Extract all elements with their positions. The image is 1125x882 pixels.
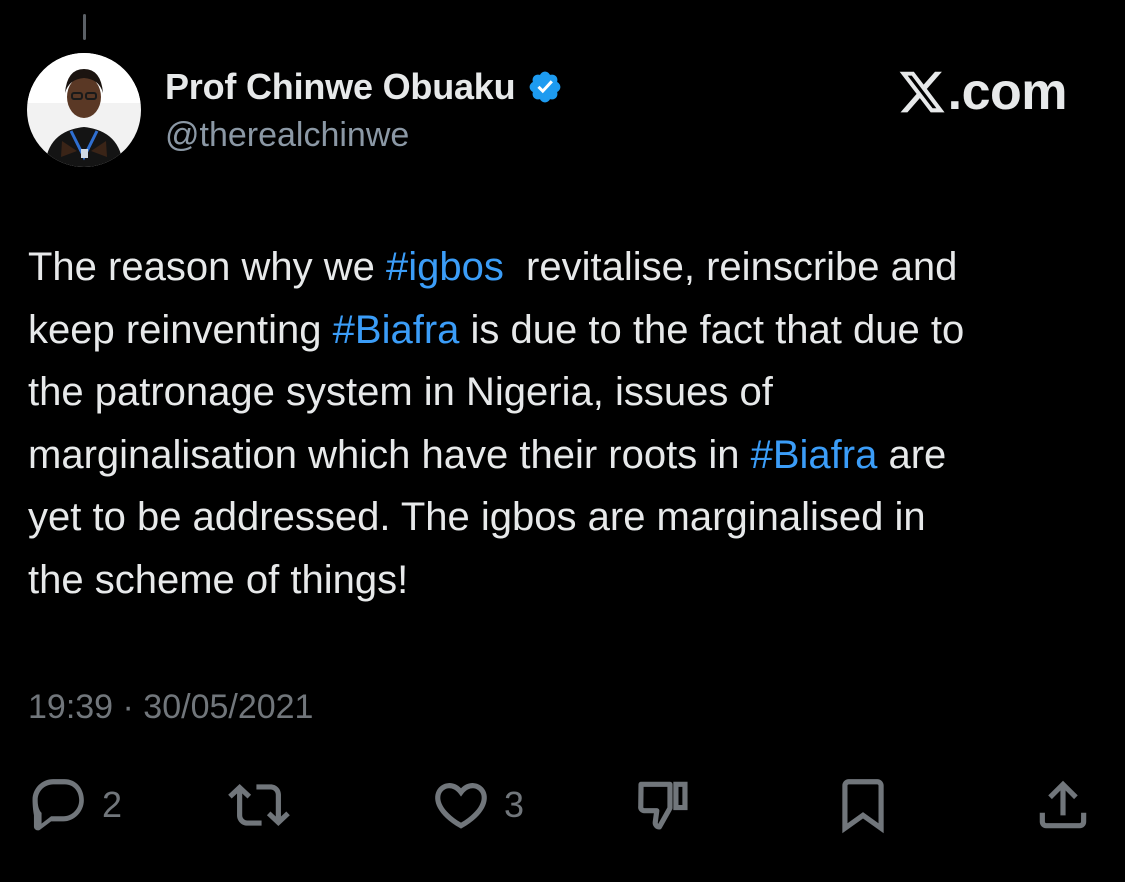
tweet-line: yet to be addressed. The igbos are margi… bbox=[28, 486, 1113, 549]
thread-connector bbox=[83, 14, 86, 40]
tweet-text-segment: are bbox=[877, 432, 947, 477]
reply-button[interactable]: 2 bbox=[28, 770, 122, 840]
dislike-icon bbox=[638, 781, 688, 830]
tweet-text-segment: yet to be addressed. The igbos are margi… bbox=[28, 495, 926, 539]
tweet-line: the scheme of things! bbox=[28, 549, 1113, 612]
like-icon bbox=[435, 783, 487, 829]
x-logo-icon bbox=[899, 71, 945, 113]
share-button[interactable] bbox=[1032, 770, 1094, 840]
hashtag-link[interactable]: #Biafra bbox=[333, 308, 460, 352]
share-icon bbox=[1039, 780, 1087, 829]
hashtag-link[interactable]: #Biafra bbox=[751, 433, 878, 477]
tweet-text-segment: revitalise, reinscribe and bbox=[503, 245, 958, 289]
tweet-timestamp[interactable]: 19:39 · 30/05/2021 bbox=[28, 688, 313, 727]
tweet-text: The reason why we #igbos revitalise, rei… bbox=[28, 236, 1113, 611]
hashtag-link[interactable]: #igbos bbox=[386, 245, 504, 289]
retweet-icon bbox=[228, 784, 290, 826]
author-display-name[interactable]: Prof Chinwe Obuaku bbox=[165, 66, 516, 108]
tweet-text-segment: The reason why we bbox=[28, 245, 386, 289]
action-bar: 2 3 bbox=[0, 770, 1125, 840]
tweet-text-segment: marginalisation which have their roots i… bbox=[28, 432, 751, 477]
retweet-button[interactable] bbox=[228, 770, 290, 840]
x-logo: .com bbox=[896, 62, 1068, 122]
avatar[interactable] bbox=[27, 53, 141, 167]
tweet-text-segment: the scheme of things! bbox=[28, 557, 409, 602]
like-button[interactable]: 3 bbox=[430, 770, 524, 840]
tweet-text-segment: the patronage system in Nigeria, issues … bbox=[28, 370, 773, 414]
tweet-line: marginalisation which have their roots i… bbox=[28, 424, 1113, 487]
bookmark-button[interactable] bbox=[832, 770, 894, 840]
verified-icon bbox=[527, 69, 563, 105]
reply-count: 2 bbox=[102, 784, 123, 825]
author-name-row[interactable]: Prof Chinwe Obuaku bbox=[165, 66, 563, 108]
tweet-text-segment: is due to the fact that due to bbox=[459, 307, 965, 352]
reply-icon bbox=[32, 779, 84, 831]
tweet-line: The reason why we #igbos revitalise, rei… bbox=[28, 236, 1113, 299]
like-count: 3 bbox=[504, 784, 525, 825]
bookmark-icon bbox=[842, 779, 884, 834]
author-handle[interactable]: @therealchinwe bbox=[165, 116, 409, 155]
tweet-line: the patronage system in Nigeria, issues … bbox=[28, 361, 1113, 424]
dislike-button[interactable] bbox=[632, 770, 694, 840]
tweet-text-segment: keep reinventing bbox=[28, 307, 333, 352]
tweet-line: keep reinventing #Biafra is due to the f… bbox=[28, 299, 1113, 362]
logo-domain-text: .com bbox=[947, 63, 1068, 121]
